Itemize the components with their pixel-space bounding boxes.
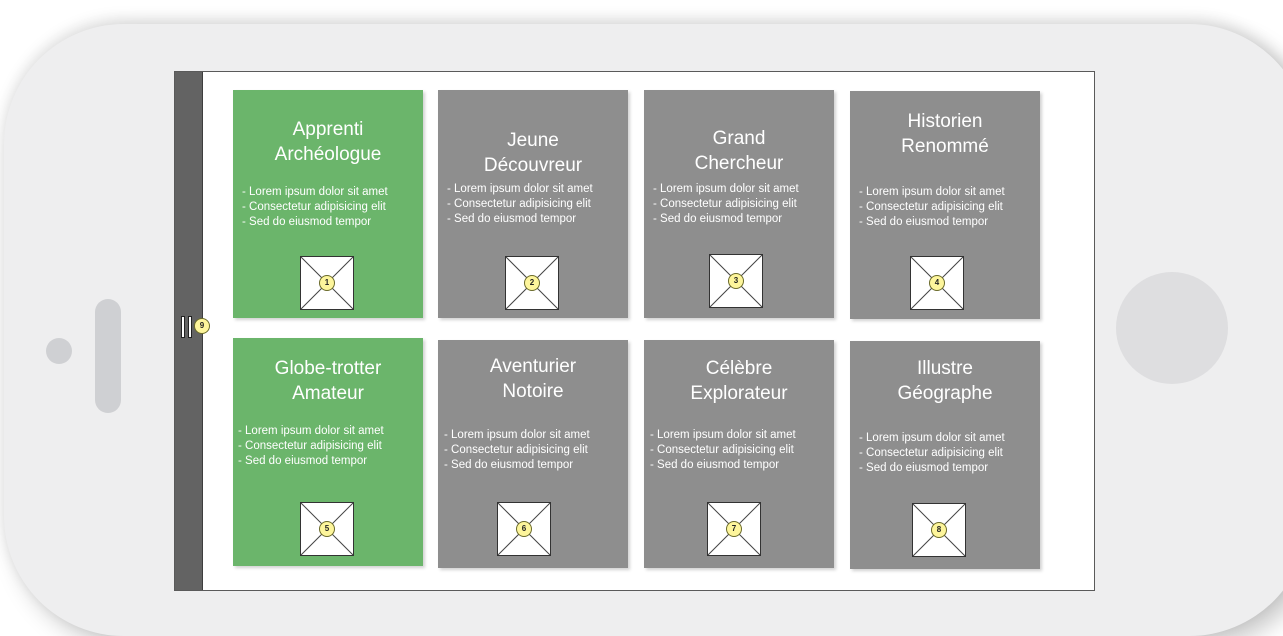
card-description: - Lorem ipsum dolor sit amet - Consectet… xyxy=(650,428,830,473)
list-item: - Sed do eiusmod tempor xyxy=(238,455,368,467)
card-title: Historien Renommé xyxy=(850,109,1040,159)
annotation-marker: 4 xyxy=(929,275,945,291)
home-button[interactable] xyxy=(1116,272,1228,384)
list-item: - Sed do eiusmod tempor xyxy=(859,216,989,228)
card-description: - Lorem ipsum dolor sit amet - Consectet… xyxy=(653,182,830,227)
annotation-marker: 9 xyxy=(194,318,210,334)
card-title-line: Géographe xyxy=(897,383,993,404)
list-item: - Lorem ipsum dolor sit amet xyxy=(238,425,384,437)
card-description: - Lorem ipsum dolor sit amet - Consectet… xyxy=(242,185,419,230)
card-title-line: Apprenti xyxy=(292,119,364,140)
image-placeholder-icon: 6 xyxy=(497,502,551,556)
annotation-marker: 1 xyxy=(319,275,335,291)
achievement-card-historien-renomme[interactable]: Historien Renommé - Lorem ipsum dolor si… xyxy=(850,91,1040,319)
list-item: - Consectetur adipisicing elit xyxy=(242,201,386,213)
image-placeholder-icon: 4 xyxy=(910,256,964,310)
annotation-marker: 7 xyxy=(726,521,742,537)
list-item: - Consectetur adipisicing elit xyxy=(859,201,1003,213)
achievement-card-aventurier-notoire[interactable]: Aventurier Notoire - Lorem ipsum dolor s… xyxy=(438,340,628,568)
annotation-marker: 2 xyxy=(524,275,540,291)
annotation-marker: 8 xyxy=(931,522,947,538)
card-description: - Lorem ipsum dolor sit amet - Consectet… xyxy=(859,431,1036,476)
achievement-card-celebre-explorateur[interactable]: Célèbre Explorateur - Lorem ipsum dolor … xyxy=(644,340,834,568)
list-item: - Lorem ipsum dolor sit amet xyxy=(653,183,799,195)
card-title-line: Globe-trotter xyxy=(274,358,382,379)
card-title-line: Aventurier xyxy=(489,356,577,377)
list-item: - Sed do eiusmod tempor xyxy=(444,459,574,471)
achievement-card-apprenti-archeologue[interactable]: Apprenti Archéologue - Lorem ipsum dolor… xyxy=(233,90,423,318)
list-item: - Sed do eiusmod tempor xyxy=(242,216,372,228)
card-title: Grand Chercheur xyxy=(644,126,834,176)
list-item: - Lorem ipsum dolor sit amet xyxy=(859,186,1005,198)
speaker-slot xyxy=(95,299,121,413)
card-title-line: Explorateur xyxy=(690,383,788,404)
image-placeholder-icon: 3 xyxy=(709,254,763,308)
achievement-card-illustre-geographe[interactable]: Illustre Géographe - Lorem ipsum dolor s… xyxy=(850,341,1040,569)
handle-bar-left xyxy=(181,316,185,338)
list-item: - Consectetur adipisicing elit xyxy=(447,198,591,210)
side-rail: 9 xyxy=(175,72,210,590)
card-title-line: Découvreur xyxy=(483,155,583,176)
card-title-line: Illustre xyxy=(917,358,973,379)
image-placeholder-icon: 5 xyxy=(300,502,354,556)
card-title: Jeune Découvreur xyxy=(438,128,628,178)
annotation-marker: 6 xyxy=(516,521,532,537)
card-title-line: Renommé xyxy=(901,136,989,157)
card-title-line: Historien xyxy=(907,111,983,132)
list-item: - Consectetur adipisicing elit xyxy=(238,440,382,452)
list-item: - Sed do eiusmod tempor xyxy=(859,462,989,474)
list-item: - Lorem ipsum dolor sit amet xyxy=(242,186,388,198)
front-camera xyxy=(46,338,72,364)
device-screen: 9 Apprenti Archéologue - Lorem ipsum dol… xyxy=(174,71,1095,591)
card-title-line: Notoire xyxy=(502,381,564,402)
list-item: - Lorem ipsum dolor sit amet xyxy=(444,429,590,441)
card-title: Célèbre Explorateur xyxy=(644,356,834,406)
list-item: - Sed do eiusmod tempor xyxy=(447,213,577,225)
card-description: - Lorem ipsum dolor sit amet - Consectet… xyxy=(859,185,1036,230)
list-item: - Consectetur adipisicing elit xyxy=(444,444,588,456)
image-placeholder-icon: 8 xyxy=(912,503,966,557)
image-placeholder-icon: 1 xyxy=(300,256,354,310)
list-item: - Lorem ipsum dolor sit amet xyxy=(447,183,593,195)
card-title-line: Archéologue xyxy=(274,144,382,165)
card-title: Apprenti Archéologue xyxy=(233,117,423,167)
list-item: - Lorem ipsum dolor sit amet xyxy=(859,432,1005,444)
list-item: - Consectetur adipisicing elit xyxy=(859,447,1003,459)
achievement-card-jeune-decouvreur[interactable]: Jeune Découvreur - Lorem ipsum dolor sit… xyxy=(438,90,628,318)
image-placeholder-icon: 7 xyxy=(707,502,761,556)
drag-handle-icon[interactable] xyxy=(181,316,195,338)
card-title-line: Amateur xyxy=(292,383,364,404)
list-item: - Sed do eiusmod tempor xyxy=(650,459,780,471)
card-title: Aventurier Notoire xyxy=(438,354,628,404)
list-item: - Consectetur adipisicing elit xyxy=(653,198,797,210)
annotation-marker: 3 xyxy=(728,273,744,289)
achievement-card-grand-chercheur[interactable]: Grand Chercheur - Lorem ipsum dolor sit … xyxy=(644,90,834,318)
card-title: Illustre Géographe xyxy=(850,356,1040,406)
card-title-line: Jeune xyxy=(507,130,559,151)
image-placeholder-icon: 2 xyxy=(505,256,559,310)
card-title-line: Célèbre xyxy=(705,358,773,379)
card-title-line: Chercheur xyxy=(694,153,784,174)
list-item: - Sed do eiusmod tempor xyxy=(653,213,783,225)
card-description: - Lorem ipsum dolor sit amet - Consectet… xyxy=(444,428,624,473)
handle-bar-right xyxy=(188,316,192,338)
achievement-card-globe-trotter-amateur[interactable]: Globe-trotter Amateur - Lorem ipsum dolo… xyxy=(233,338,423,566)
list-item: - Consectetur adipisicing elit xyxy=(650,444,794,456)
list-item: - Lorem ipsum dolor sit amet xyxy=(650,429,796,441)
card-title-line: Grand xyxy=(712,128,766,149)
card-description: - Lorem ipsum dolor sit amet - Consectet… xyxy=(238,424,419,469)
annotation-marker: 5 xyxy=(319,521,335,537)
card-description: - Lorem ipsum dolor sit amet - Consectet… xyxy=(447,182,624,227)
card-title: Globe-trotter Amateur xyxy=(233,356,423,406)
